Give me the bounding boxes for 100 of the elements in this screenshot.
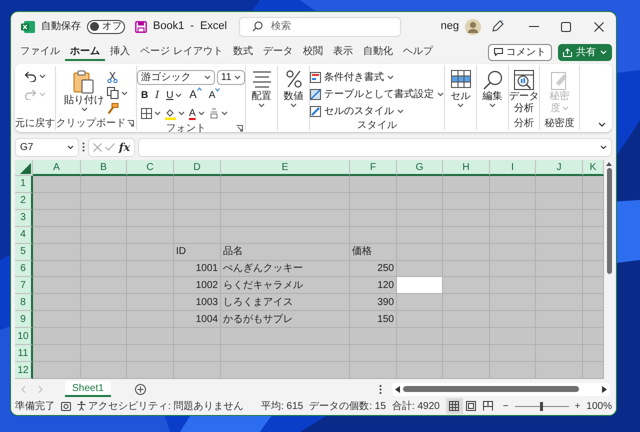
empty-cell[interactable]: [583, 311, 604, 328]
search-field[interactable]: 検索: [239, 16, 401, 36]
menu-tab[interactable]: ホーム: [65, 43, 105, 61]
style-menu-button[interactable]: テーブルとして書式設定: [310, 87, 444, 101]
fill-color-button[interactable]: [165, 108, 185, 120]
column-header[interactable]: K: [583, 160, 604, 176]
cancel-button[interactable]: [92, 142, 102, 152]
empty-cell[interactable]: [583, 362, 604, 379]
row-header[interactable]: 6: [15, 260, 33, 278]
column-header[interactable]: E: [221, 160, 350, 176]
row-header[interactable]: 4: [15, 226, 33, 244]
macro-recording-icon[interactable]: [61, 402, 71, 410]
empty-cell[interactable]: [127, 176, 174, 193]
empty-cell[interactable]: [583, 244, 604, 261]
dialog-launcher-icon[interactable]: [236, 125, 243, 132]
cut-button[interactable]: [107, 71, 118, 83]
horizontal-scrollbar[interactable]: [392, 382, 610, 396]
column-header[interactable]: F: [350, 160, 397, 176]
select-all-button[interactable]: [15, 160, 33, 176]
empty-cell[interactable]: [536, 362, 583, 379]
empty-cell[interactable]: [583, 294, 604, 312]
empty-cell[interactable]: [536, 176, 583, 193]
empty-cell[interactable]: [174, 176, 221, 193]
style-menu-button[interactable]: 条件付き書式: [310, 70, 394, 84]
formula-input[interactable]: [138, 138, 612, 156]
sheet-tab[interactable]: Sheet1: [65, 381, 111, 397]
empty-cell[interactable]: [583, 260, 604, 278]
column-header[interactable]: A: [33, 160, 81, 176]
share-button[interactable]: 共有: [558, 44, 612, 60]
menu-tab[interactable]: ファイル: [15, 43, 65, 61]
scroll-thumb[interactable]: [403, 386, 579, 392]
row-header[interactable]: 5: [15, 244, 33, 261]
zoom-slider[interactable]: [514, 402, 569, 410]
empty-cell[interactable]: [397, 294, 443, 312]
menu-tab[interactable]: データ: [258, 43, 298, 61]
column-header[interactable]: D: [174, 160, 221, 176]
row-header[interactable]: 1: [15, 176, 33, 193]
more-options-icon[interactable]: [379, 384, 382, 394]
style-menu-button[interactable]: セルのスタイル: [310, 104, 404, 118]
more-options-icon[interactable]: [82, 142, 85, 152]
avatar[interactable]: [465, 18, 481, 34]
insert-function-button[interactable]: fx: [118, 142, 130, 152]
empty-cell[interactable]: [397, 362, 443, 379]
undo-button[interactable]: [24, 70, 46, 82]
empty-cell[interactable]: [583, 192, 604, 210]
font-color-button[interactable]: A: [189, 106, 205, 121]
empty-cell[interactable]: [81, 362, 127, 379]
accessibility-button[interactable]: アクセシビリティ: 問題ありません: [77, 398, 244, 414]
empty-cell[interactable]: [583, 226, 604, 244]
borders-button[interactable]: [141, 108, 161, 119]
bold-button[interactable]: B: [141, 88, 148, 103]
slider-thumb[interactable]: [540, 402, 544, 410]
empty-cell[interactable]: [443, 176, 490, 193]
collapse-ribbon-button[interactable]: [598, 122, 606, 127]
view-button[interactable]: [446, 398, 463, 414]
zoom-out-button[interactable]: −: [502, 398, 509, 414]
next-sheet-icon[interactable]: [38, 386, 43, 392]
scroll-up-icon[interactable]: [606, 162, 612, 166]
empty-cell[interactable]: [350, 362, 397, 379]
empty-cell[interactable]: [397, 176, 443, 193]
editing-button[interactable]: 編集: [482, 70, 502, 108]
row-header[interactable]: 3: [15, 210, 33, 227]
empty-cell[interactable]: [81, 176, 127, 193]
format-painter-button[interactable]: [107, 103, 119, 115]
menu-tab[interactable]: 校閲: [298, 43, 328, 61]
row-header[interactable]: 8: [15, 294, 33, 312]
empty-cell[interactable]: [583, 210, 604, 227]
empty-cell[interactable]: [127, 362, 174, 379]
row-header[interactable]: 7: [15, 277, 33, 294]
empty-cell[interactable]: [583, 277, 604, 294]
column-header[interactable]: B: [81, 160, 127, 176]
previous-sheet-icon[interactable]: [21, 386, 26, 392]
empty-cell[interactable]: [490, 176, 536, 193]
empty-cell[interactable]: [583, 176, 604, 193]
menu-tab[interactable]: ページ レイアウト: [135, 43, 228, 61]
row-header[interactable]: 10: [15, 328, 33, 346]
active-cell[interactable]: [397, 277, 443, 294]
empty-cell[interactable]: [583, 328, 604, 346]
copy-button[interactable]: [107, 87, 128, 99]
empty-cell[interactable]: [443, 260, 490, 278]
data-analysis-button[interactable]: データ 分析: [509, 70, 539, 114]
cells-button[interactable]: セル: [450, 70, 470, 108]
column-header[interactable]: G: [397, 160, 443, 176]
paste-button[interactable]: 貼り付け: [64, 70, 104, 112]
column-header[interactable]: J: [536, 160, 583, 176]
empty-cell[interactable]: [443, 362, 490, 379]
empty-cell[interactable]: [221, 362, 350, 379]
increase-font-size-button[interactable]: A: [189, 87, 202, 104]
empty-cell[interactable]: [583, 345, 604, 362]
menu-tab[interactable]: 自動化: [358, 43, 398, 61]
phonetic-guide-button[interactable]: [208, 108, 228, 119]
enter-button[interactable]: [105, 143, 116, 151]
menu-tab[interactable]: 表示: [328, 43, 358, 61]
comment-button[interactable]: コメント: [488, 44, 552, 60]
underline-button[interactable]: U: [166, 88, 182, 103]
column-header[interactable]: H: [443, 160, 490, 176]
empty-cell[interactable]: [350, 176, 397, 193]
menu-tab[interactable]: 数式: [228, 43, 258, 61]
menu-tab[interactable]: 挿入: [105, 43, 135, 61]
number-format-button[interactable]: 数値: [284, 70, 304, 108]
